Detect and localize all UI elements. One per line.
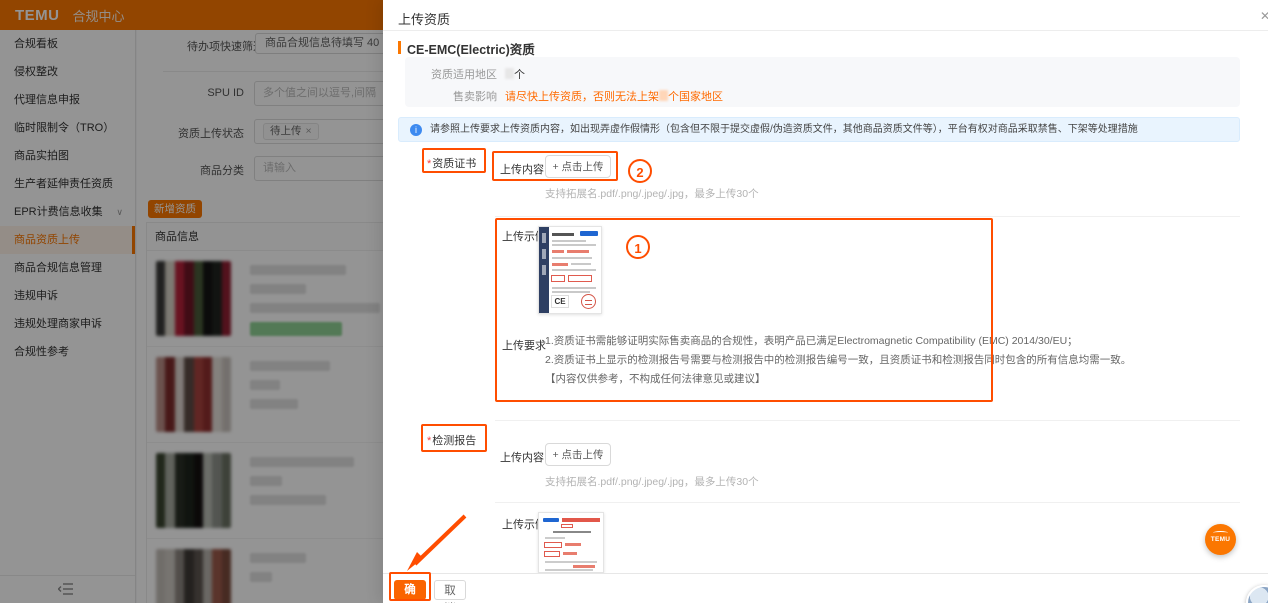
ce-mark: CE [551,295,569,308]
report-upload-content-label: 上传内容 [500,449,544,465]
required-asterisk: * [427,158,431,170]
qualification-summary-box: 资质适用地区 个 售卖影响 请尽快上传资质，否则无法上架个国家地区 [405,57,1240,107]
sales-impact-value: 请尽快上传资质，否则无法上架个国家地区 [505,88,723,104]
divider [495,216,1240,217]
divider [495,420,1240,421]
report-upload-hint: 支持拓展名.pdf/.png/.jpeg/.jpg，最多上传30个 [545,474,759,489]
certificate-sample-image: CE [538,226,602,314]
close-icon[interactable]: ✕ [1260,9,1268,23]
report-upload-button[interactable]: + 点击上传 [545,443,611,466]
lab-logo [543,518,559,522]
cert-requirement-line: 1.资质证书需能够证明实际售卖商品的合规性，表明产品已满足Electromagn… [545,332,1078,351]
screen: TEMU 合规中心 合规看板 侵权整改 代理信息申报 临时限制令（TRO） 商品… [0,0,1268,603]
drawer-title: 上传资质 [398,9,450,28]
region-label: 资质适用地区 [405,66,497,82]
cert-upload-hint: 支持拓展名.pdf/.png/.jpeg/.jpg，最多上传30个 [545,186,759,201]
redacted-number [659,90,668,101]
notice-banner: i 请参照上传要求上传资质内容，如出现弄虚作假情形（包含但不限于提交虚假/伪造资… [398,117,1240,142]
cert-upload-content-label: 上传内容 [500,161,544,177]
region-value: 个 [505,66,525,82]
section-accent-bar [398,41,401,54]
stamp-icon [581,294,596,309]
upload-qualification-drawer: 上传资质 ✕ CE-EMC(Electric)资质 资质适用地区 个 售卖影响 … [383,0,1268,603]
sales-impact-label: 售卖影响 [405,88,497,104]
section-title: CE-EMC(Electric)资质 [407,39,535,58]
cert-field-label: *资质证书 [427,155,476,171]
cert-upload-button[interactable]: + 点击上传 [545,155,611,178]
temu-floating-button[interactable]: TEMU [1205,524,1236,555]
annotation-arrow [397,508,477,578]
divider [383,30,1268,31]
cert-requirements-label: 上传要求 [502,337,546,353]
info-icon: i [410,124,422,136]
required-asterisk: * [427,435,431,447]
redacted-number [505,68,514,79]
report-field-label: *检测报告 [427,432,476,448]
modal-overlay [0,0,383,603]
temu-arabic-mark [1213,531,1228,535]
certificate-side-band [539,227,549,313]
cert-requirement-line: 2.资质证书上显示的检测报告号需要与检测报告中的检测报告编号一致，且资质证书和检… [545,351,1131,370]
drawer-footer: 确认 取消 [383,573,1268,603]
cert-requirement-line: 【内容仅供参考，不构成任何法律意见或建议】 [545,370,766,389]
annotation-circle-1: 1 [626,235,650,259]
lab-logo [580,231,598,236]
notice-text: 请参照上传要求上传资质内容，如出现弄虚作假情形（包含但不限于提交虚假/伪造资质文… [430,118,1138,142]
annotation-circle-2: 2 [628,159,652,183]
report-sample-image [538,512,604,573]
divider [495,502,1240,503]
cancel-button[interactable]: 取消 [434,580,466,600]
report-red-heading [562,518,600,522]
confirm-button[interactable]: 确认 [394,580,426,600]
